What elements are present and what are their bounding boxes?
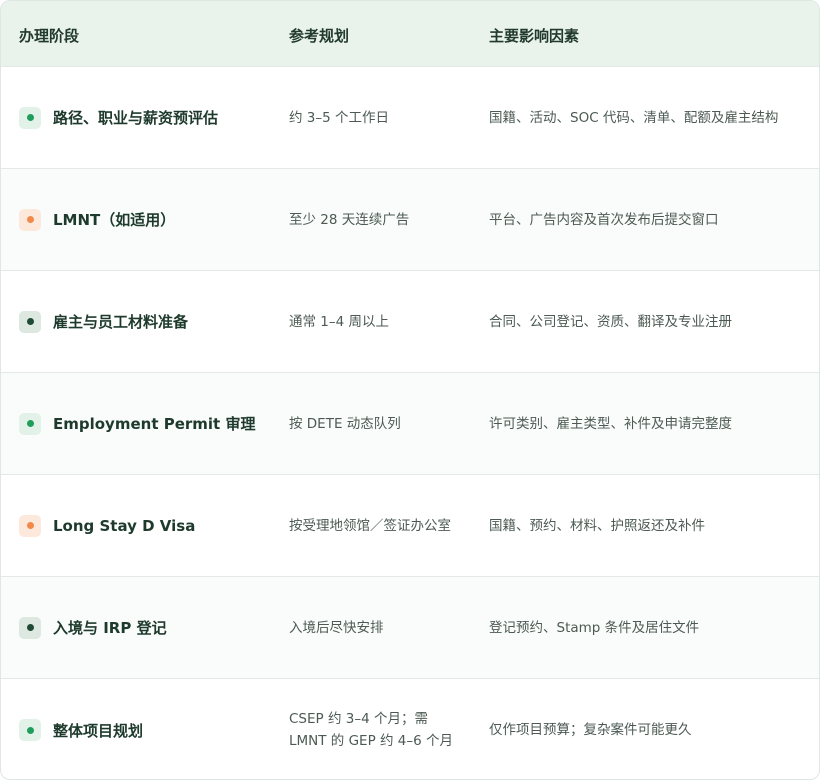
timeline-cell: 按 DETE 动态队列 xyxy=(289,415,401,432)
timeline-cell: 入境后尽快安排 xyxy=(289,619,384,636)
stage-name: LMNT（如适用） xyxy=(53,211,176,229)
stage-name: 路径、职业与薪资预评估 xyxy=(53,109,219,127)
factors-cell: 平台、广告内容及首次发布后提交窗口 xyxy=(489,211,719,228)
stage-name: Long Stay D Visa xyxy=(53,516,196,535)
factors-cell: 登记预约、Stamp 条件及居住文件 xyxy=(489,619,700,636)
table-row: 入境与 IRP 登记 入境后尽快安排 登记预约、Stamp 条件及居住文件 xyxy=(1,577,819,679)
timeline-cell: 通常 1–4 周以上 xyxy=(289,313,390,330)
timeline-cell: CSEP 约 3–4 个月；需 LMNT 的 GEP 约 4–6 个月 xyxy=(289,711,454,749)
status-marker-icon xyxy=(19,310,41,333)
table-row: Employment Permit 审理 按 DETE 动态队列 许可类别、雇主… xyxy=(1,373,819,475)
factors-cell: 许可类别、雇主类型、补件及申请完整度 xyxy=(489,415,732,432)
timeline-cell: 按受理地领馆／签证办公室 xyxy=(289,517,451,534)
table-row: Long Stay D Visa 按受理地领馆／签证办公室 国籍、预约、材料、护… xyxy=(1,475,819,577)
table-row: LMNT（如适用） 至少 28 天连续广告 平台、广告内容及首次发布后提交窗口 xyxy=(1,169,819,271)
stage-name: Employment Permit 审理 xyxy=(53,415,256,433)
factors-cell: 国籍、活动、SOC 代码、清单、配额及雇主结构 xyxy=(489,109,779,126)
timeline-cell: 至少 28 天连续广告 xyxy=(289,211,410,228)
factors-cell: 国籍、预约、材料、护照返还及补件 xyxy=(489,517,705,534)
timeline-cell: 约 3–5 个工作日 xyxy=(289,109,390,126)
header-stage: 办理阶段 xyxy=(19,27,80,45)
table-row: 整体项目规划 CSEP 约 3–4 个月；需 LMNT 的 GEP 约 4–6 … xyxy=(1,679,819,779)
stage-name: 整体项目规划 xyxy=(53,721,144,740)
stage-name: 入境与 IRP 登记 xyxy=(53,619,167,637)
status-marker-icon xyxy=(19,412,41,435)
status-marker-icon xyxy=(19,514,41,537)
factors-cell: 仅作项目预算；复杂案件可能更久 xyxy=(489,722,692,738)
table-row: 雇主与员工材料准备 通常 1–4 周以上 合同、公司登记、资质、翻译及专业注册 xyxy=(1,271,819,373)
header-factors: 主要影响因素 xyxy=(489,27,580,45)
table-header: 办理阶段 参考规划 主要影响因素 xyxy=(1,1,819,67)
status-marker-icon xyxy=(19,616,41,639)
status-marker-icon xyxy=(19,106,41,129)
table-row: 路径、职业与薪资预评估 约 3–5 个工作日 国籍、活动、SOC 代码、清单、配… xyxy=(1,67,819,169)
status-marker-icon xyxy=(19,719,41,741)
factors-cell: 合同、公司登记、资质、翻译及专业注册 xyxy=(489,313,732,330)
stage-name: 雇主与员工材料准备 xyxy=(53,313,189,331)
timeline-table: 办理阶段 参考规划 主要影响因素 路径、职业与薪资预评估 约 3–5 个工作日 … xyxy=(0,0,820,780)
header-timeline: 参考规划 xyxy=(289,27,350,45)
status-marker-icon xyxy=(19,208,41,231)
